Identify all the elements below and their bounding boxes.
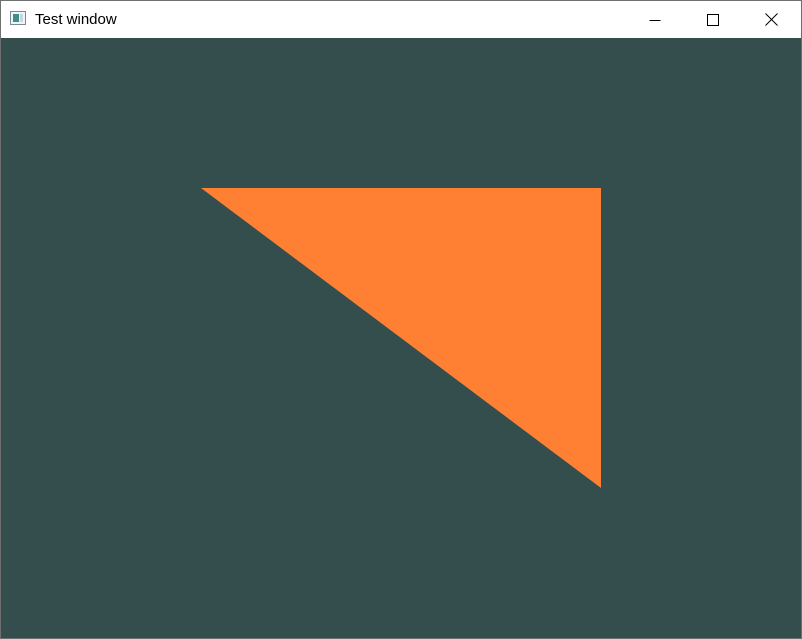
maximize-icon [707,13,719,26]
orange-triangle [201,188,601,488]
minimize-icon [649,19,661,21]
app-window: Test window [0,0,802,639]
window-title: Test window [35,11,117,28]
minimize-button[interactable] [626,1,684,38]
render-surface [201,188,601,488]
close-icon [764,13,778,26]
close-button[interactable] [742,1,800,38]
maximize-button[interactable] [684,1,742,38]
title-bar[interactable]: Test window [1,1,801,38]
window-app-icon[interactable] [10,11,26,25]
app-icon-pane [13,14,19,22]
app-icon-pane-secondary [20,14,23,22]
render-canvas[interactable] [1,38,801,638]
